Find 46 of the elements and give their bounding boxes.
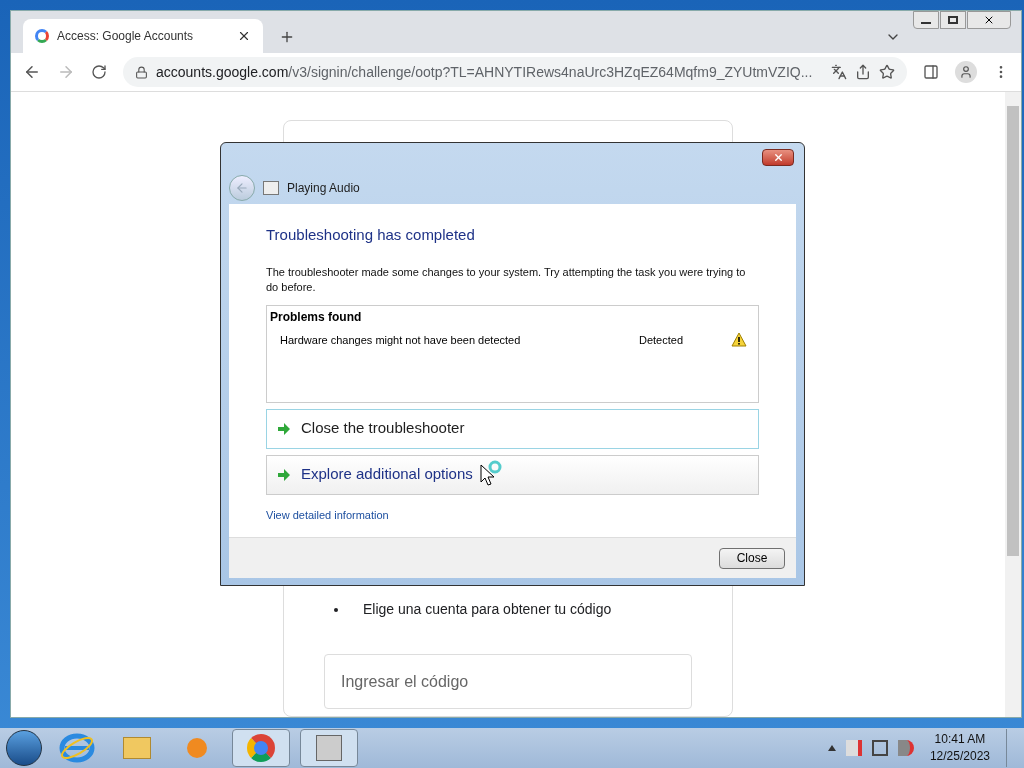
command-link[interactable]: Explore additional options	[266, 454, 759, 495]
arrow-icon	[277, 468, 291, 481]
dialog-heading: Troubleshooting has completed	[266, 225, 476, 245]
network-icon[interactable]	[871, 740, 888, 756]
translate-icon[interactable]	[831, 64, 847, 80]
problems-header: Problems found	[270, 308, 363, 326]
close-icon[interactable]	[237, 29, 251, 43]
new-tab-icon[interactable]	[279, 29, 295, 45]
url-text: accounts.google.com/v3/signin/challenge/ootp?TL=AHNYTIRews4naUrc3HZqEZ64Mqfm9_ZYUtmVZIQ...	[156, 62, 813, 82]
tray-arrow-icon[interactable]	[827, 745, 836, 751]
profile-icon[interactable]	[955, 61, 977, 83]
dialog-title: Playing Audio	[287, 179, 360, 197]
close-button[interactable]: Close	[719, 547, 785, 569]
clock-date[interactable]: 12/25/2023	[929, 748, 990, 765]
volume-muted-icon[interactable]	[897, 740, 914, 756]
lock-icon	[135, 65, 148, 79]
problem-text: Hardware changes might not have been detected	[280, 332, 522, 348]
maximize-button[interactable]	[940, 11, 966, 29]
action-center-icon[interactable]	[845, 740, 862, 756]
clock-time[interactable]: 10:41 AM	[934, 731, 986, 748]
close-icon	[772, 151, 784, 163]
command-link[interactable]: Close the troubleshooter	[266, 408, 759, 449]
reload-icon[interactable]	[91, 64, 107, 80]
bullet-icon	[334, 607, 338, 612]
details-link[interactable]: View detailed information	[266, 506, 759, 523]
instruction-text: Elige una cuenta para obtener tu código	[363, 600, 612, 619]
start-button[interactable]	[6, 730, 42, 766]
problem-status: Detected	[639, 332, 685, 348]
code-field[interactable]: Ingresar el código	[324, 654, 692, 709]
close-button[interactable]	[762, 148, 794, 166]
minimize-button[interactable]	[913, 11, 939, 29]
bookmark-star-icon[interactable]	[879, 64, 895, 80]
back-icon[interactable]	[23, 63, 41, 81]
browser-tab[interactable]: Access: Google Accounts	[23, 19, 263, 53]
close-icon	[983, 14, 995, 26]
speaker-icon	[263, 180, 279, 195]
google-icon	[35, 29, 49, 43]
side-panel-icon[interactable]	[923, 64, 939, 80]
troubleshooter-icon[interactable]	[300, 729, 358, 767]
address-bar[interactable]: accounts.google.com/v3/signin/challenge/ootp?TL=AHNYTIRews4naUrc3HZqEZ64Mqfm9_ZYUtmVZIQ...	[123, 57, 907, 87]
tab-title: Access: Google Accounts	[57, 28, 195, 45]
chrome-icon[interactable]	[232, 729, 290, 767]
share-icon[interactable]	[855, 64, 871, 80]
dialog-message: The troubleshooter made some changes to your system. Try attempting the task you were trying to do before.	[266, 264, 747, 295]
warning-icon	[731, 332, 747, 348]
arrow-icon	[277, 422, 291, 435]
